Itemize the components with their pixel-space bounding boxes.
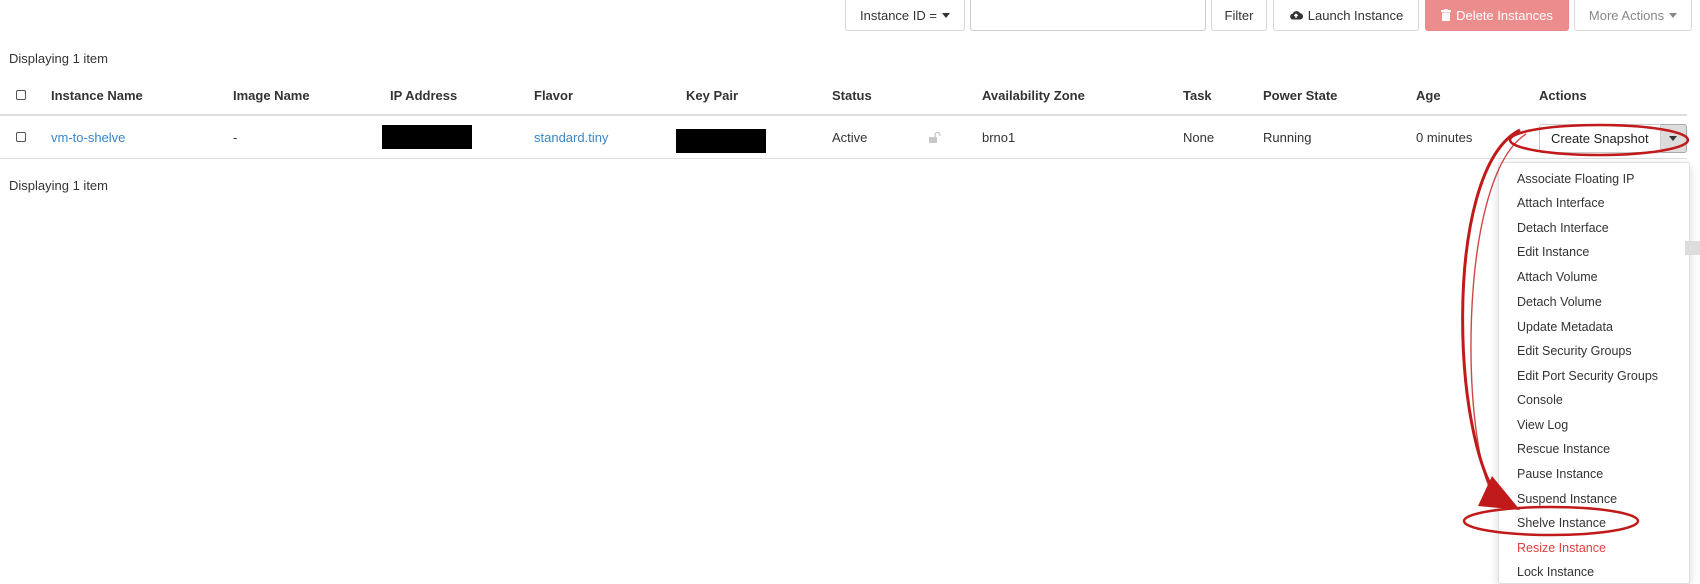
menu-item-rescue-instance[interactable]: Rescue Instance <box>1517 440 1610 458</box>
more-actions-button[interactable]: More Actions <box>1574 0 1692 31</box>
delete-instances-button[interactable]: Delete Instances <box>1425 0 1569 31</box>
col-age[interactable]: Age <box>1416 76 1441 114</box>
filter-button[interactable]: Filter <box>1211 0 1267 31</box>
power-state-value: Running <box>1263 129 1312 145</box>
launch-instance-label: Launch Instance <box>1307 7 1404 23</box>
row-checkbox[interactable] <box>16 132 26 142</box>
filter-button-label: Filter <box>1224 7 1254 23</box>
menu-item-detach-volume[interactable]: Detach Volume <box>1517 293 1602 311</box>
col-image-name[interactable]: Image Name <box>233 76 310 114</box>
unlock-icon <box>929 131 941 143</box>
availability-zone-value: brno1 <box>982 129 1016 145</box>
menu-item-update-metadata[interactable]: Update Metadata <box>1517 318 1613 336</box>
filter-input[interactable] <box>970 0 1206 31</box>
menu-item-pause-instance[interactable]: Pause Instance <box>1517 465 1603 483</box>
filter-field-label: Instance ID = <box>860 7 937 23</box>
displaying-count-top: Displaying 1 item <box>9 51 108 66</box>
col-flavor[interactable]: Flavor <box>534 76 573 114</box>
trash-icon <box>1441 9 1452 21</box>
menu-item-associate-floating-ip[interactable]: Associate Floating IP <box>1517 170 1634 188</box>
table-row: vm-to-shelve - standard.tiny Active brno… <box>0 116 1687 159</box>
more-actions-label: More Actions <box>1588 7 1665 23</box>
table-header: Instance Name Image Name IP Address Flav… <box>0 76 1687 116</box>
launch-instance-button[interactable]: Launch Instance <box>1273 0 1419 31</box>
status-value: Active <box>832 129 868 145</box>
select-all-checkbox[interactable] <box>16 90 26 100</box>
menu-item-attach-volume[interactable]: Attach Volume <box>1517 268 1598 286</box>
col-actions: Actions <box>1539 87 1587 103</box>
row-actions-split-button: Create Snapshot <box>1539 124 1687 153</box>
displaying-count-bottom: Displaying 1 item <box>9 178 108 193</box>
col-availability-zone[interactable]: Availability Zone <box>982 76 1085 114</box>
image-name-value: - <box>233 129 238 145</box>
col-ip-address[interactable]: IP Address <box>390 76 457 114</box>
menu-item-suspend-instance[interactable]: Suspend Instance <box>1517 490 1617 508</box>
menu-item-edit-security-groups[interactable]: Edit Security Groups <box>1517 342 1632 360</box>
actions-dropdown-menu: Associate Floating IP Attach Interface D… <box>1498 162 1690 584</box>
menu-item-detach-interface[interactable]: Detach Interface <box>1517 219 1609 237</box>
caret-down-icon <box>1669 12 1678 18</box>
table-toolbar: Instance ID = Filter Launch Instance Del… <box>0 0 1700 34</box>
col-task[interactable]: Task <box>1183 76 1212 114</box>
menu-item-console[interactable]: Console <box>1517 391 1563 409</box>
menu-item-shelve-instance[interactable]: Shelve Instance <box>1517 514 1606 532</box>
filter-field-select[interactable]: Instance ID = <box>845 0 965 31</box>
flavor-link[interactable]: standard.tiny <box>534 130 608 145</box>
menu-item-attach-interface[interactable]: Attach Interface <box>1517 194 1605 212</box>
delete-instances-label: Delete Instances <box>1456 7 1553 23</box>
scrollbar-thumb[interactable] <box>1685 241 1700 255</box>
menu-item-lock-instance[interactable]: Lock Instance <box>1517 563 1594 581</box>
menu-item-edit-port-security-groups[interactable]: Edit Port Security Groups <box>1517 367 1658 385</box>
col-status[interactable]: Status <box>832 76 872 114</box>
create-snapshot-button[interactable]: Create Snapshot <box>1539 124 1661 153</box>
key-pair-redacted <box>676 129 766 153</box>
menu-item-view-log[interactable]: View Log <box>1517 416 1568 434</box>
menu-item-resize-instance[interactable]: Resize Instance <box>1517 539 1606 557</box>
actions-dropdown-toggle[interactable] <box>1660 124 1687 153</box>
task-value: None <box>1183 129 1215 145</box>
caret-down-icon <box>1669 136 1678 141</box>
menu-item-edit-instance[interactable]: Edit Instance <box>1517 243 1589 261</box>
col-power-state[interactable]: Power State <box>1263 76 1337 114</box>
col-instance-name[interactable]: Instance Name <box>51 76 143 114</box>
instance-name-link[interactable]: vm-to-shelve <box>51 130 125 145</box>
col-key-pair[interactable]: Key Pair <box>686 76 738 114</box>
age-value: 0 minutes <box>1416 129 1473 145</box>
ip-address-redacted <box>382 125 472 149</box>
cloud-upload-icon <box>1289 11 1303 20</box>
caret-down-icon <box>941 12 950 18</box>
